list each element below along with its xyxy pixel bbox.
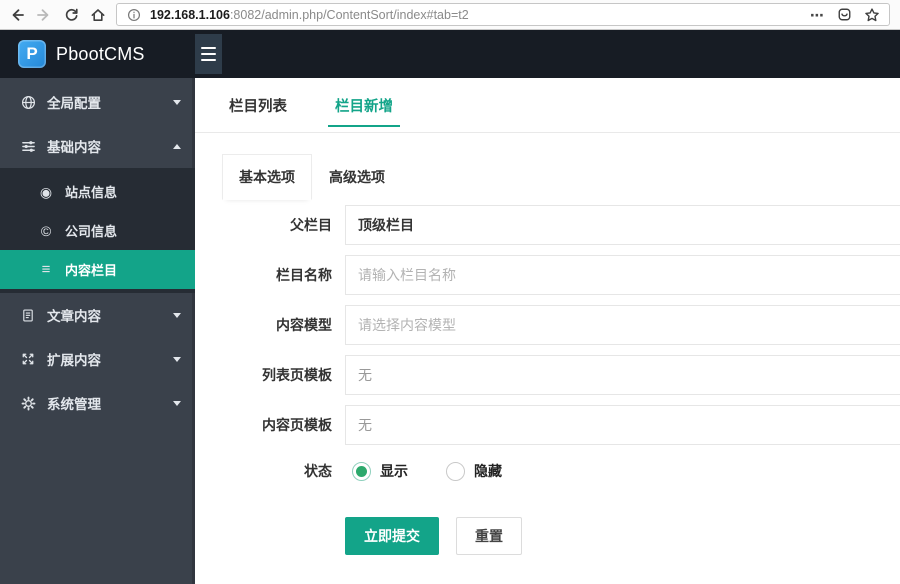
form-subtabs: 基本选项 高级选项	[222, 154, 900, 200]
list-template-label: 列表页模板	[262, 367, 332, 383]
form-row-content-template: 内容页模板	[195, 405, 900, 445]
brand-area: P PbootCMS	[0, 30, 195, 78]
url-text: 192.168.1.106:8082/admin.php/ContentSort…	[150, 8, 803, 22]
app-header: P PbootCMS	[0, 30, 900, 78]
form-row-parent-column: 父栏目	[195, 205, 900, 245]
status-radio-group: 显示 隐藏	[345, 461, 502, 481]
sidebar-toggle-button[interactable]	[195, 34, 222, 74]
status-label: 状态	[304, 463, 332, 479]
submit-button[interactable]: 立即提交	[345, 517, 439, 555]
forward-icon[interactable]	[35, 6, 53, 24]
content-model-label: 内容模型	[276, 317, 332, 333]
browser-toolbar: 192.168.1.106:8082/admin.php/ContentSort…	[0, 0, 900, 30]
column-add-form: 父栏目 栏目名称 内容模型 列表页模板 内容页模板 状态	[195, 205, 900, 555]
url-bar[interactable]: 192.168.1.106:8082/admin.php/ContentSort…	[116, 3, 890, 26]
sidebar-item-label: 文章内容	[47, 309, 101, 324]
extend-icon	[20, 352, 36, 366]
main-content: 栏目列表 栏目新增 基本选项 高级选项 父栏目 栏目名称 内容模型 列表页模板	[195, 78, 900, 584]
sidebar-item-article-content[interactable]: 文章内容	[0, 293, 195, 337]
tab-column-add[interactable]: 栏目新增	[328, 78, 400, 132]
chevron-down-icon	[173, 356, 181, 362]
globe-icon	[20, 95, 36, 110]
form-row-content-model: 内容模型	[195, 305, 900, 345]
content-model-select[interactable]	[345, 305, 900, 345]
sidebar-item-site-info[interactable]: ◉ 站点信息	[0, 172, 195, 211]
sidebar-item-company-info[interactable]: © 公司信息	[0, 211, 195, 250]
document-icon	[20, 308, 36, 323]
urlbar-actions: ⋯	[810, 6, 881, 24]
chevron-down-icon	[173, 99, 181, 105]
form-row-status: 状态 显示 隐藏	[195, 461, 900, 481]
sidebar-item-label: 基础内容	[47, 140, 101, 155]
sidebar-item-content-columns[interactable]: ≡ 内容栏目	[0, 250, 195, 289]
reset-button[interactable]: 重置	[456, 517, 522, 555]
url-path: :8082/admin.php/ContentSort/index#tab=t2	[229, 7, 469, 22]
home-icon[interactable]	[89, 6, 107, 24]
content-template-label: 内容页模板	[262, 417, 332, 433]
chevron-up-icon	[173, 143, 181, 149]
sidebar-item-label: 公司信息	[65, 224, 118, 239]
list-icon: ≡	[41, 261, 51, 278]
subtab-advanced-options[interactable]: 高级选项	[312, 154, 402, 200]
sidebar-item-label: 扩展内容	[47, 353, 101, 368]
chevron-down-icon	[173, 312, 181, 318]
sidebar-item-label: 全局配置	[47, 96, 101, 111]
page-tabs: 栏目列表 栏目新增	[195, 78, 900, 133]
url-host: 192.168.1.106	[150, 7, 230, 22]
list-template-select[interactable]	[345, 355, 900, 395]
sidebar-item-label: 系统管理	[47, 397, 101, 412]
sidebar-item-label: 站点信息	[65, 185, 118, 200]
sidebar-item-extended-content[interactable]: 扩展内容	[0, 337, 195, 381]
pocket-icon[interactable]	[835, 6, 853, 24]
tab-column-list[interactable]: 栏目列表	[222, 78, 294, 132]
page-actions-icon[interactable]: ⋯	[810, 8, 825, 22]
copyright-icon: ©	[40, 222, 52, 239]
radio-unselected-icon	[446, 461, 465, 481]
parent-column-select[interactable]	[345, 205, 900, 245]
form-actions: 立即提交 重置	[195, 517, 900, 555]
basic-content-submenu: ◉ 站点信息 © 公司信息 ≡ 内容栏目	[0, 168, 195, 293]
column-name-label: 栏目名称	[276, 267, 332, 283]
content-template-select[interactable]	[345, 405, 900, 445]
pbootcms-logo-icon: P	[18, 40, 46, 68]
radio-selected-icon	[352, 461, 371, 481]
form-row-list-template: 列表页模板	[195, 355, 900, 395]
form-row-column-name: 栏目名称	[195, 255, 900, 295]
column-name-input[interactable]	[345, 255, 900, 295]
sidebar-item-system-management[interactable]: 系统管理	[0, 381, 195, 425]
sidebar: 全局配置 基础内容 ◉ 站点信息 © 公司信息 ≡ 内容栏目 文章内容 扩展内容…	[0, 78, 195, 584]
brand-name: PbootCMS	[56, 43, 145, 64]
status-radio-show[interactable]: 显示	[352, 461, 408, 481]
info-icon[interactable]	[125, 6, 143, 24]
sliders-icon	[20, 139, 36, 154]
site-info-icon: ◉	[39, 183, 53, 200]
parent-column-label: 父栏目	[290, 217, 332, 233]
sidebar-item-global-config[interactable]: 全局配置	[0, 80, 195, 124]
gear-icon	[20, 396, 36, 411]
bookmark-star-icon[interactable]	[863, 6, 881, 24]
sidebar-item-basic-content[interactable]: 基础内容	[0, 124, 195, 168]
radio-label: 显示	[380, 463, 408, 479]
radio-label: 隐藏	[474, 463, 502, 479]
chevron-down-icon	[173, 400, 181, 406]
status-radio-hide[interactable]: 隐藏	[446, 461, 502, 481]
back-icon[interactable]	[8, 6, 26, 24]
reload-icon[interactable]	[62, 6, 80, 24]
subtab-basic-options[interactable]: 基本选项	[222, 154, 312, 200]
sidebar-item-label: 内容栏目	[65, 263, 118, 278]
